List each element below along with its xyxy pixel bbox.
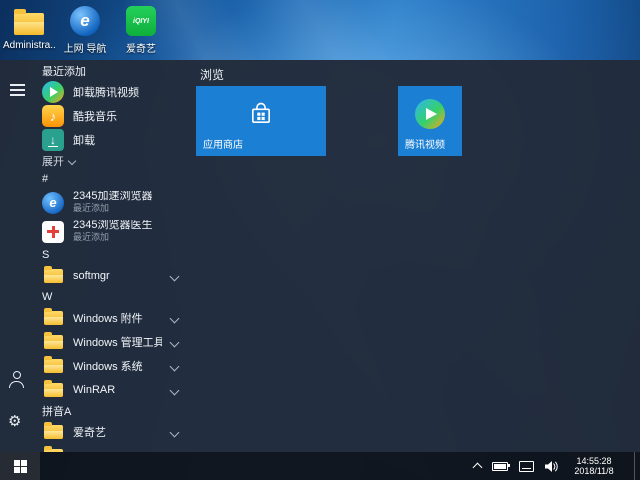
user-account-icon[interactable] [8, 371, 25, 388]
app-list-item-kuwo-music[interactable]: ♪ 酷我音乐 [36, 104, 194, 128]
chevron-down-icon [170, 271, 180, 281]
tile-app-store[interactable]: 应用商店 [196, 86, 326, 156]
clock-date: 2018/11/8 [571, 466, 617, 476]
2345-browser-icon: e [42, 192, 64, 214]
section-letter-w[interactable]: W [36, 288, 194, 306]
tile-label: 应用商店 [203, 136, 243, 151]
store-bag-icon [247, 100, 275, 128]
folder-icon [44, 425, 63, 439]
desktop-icon-label: 上网 导航 [64, 40, 107, 55]
start-menu-left-rail: ⚙ [0, 60, 34, 452]
section-letter-s[interactable]: S [36, 246, 194, 264]
folder-icon [44, 311, 63, 325]
desktop-icon-web-navigation[interactable]: e 上网 导航 [60, 5, 110, 55]
settings-gear-icon[interactable]: ⚙ [8, 414, 21, 430]
recently-added-header: 最近添加 [36, 62, 194, 80]
app-list-item-uninstall[interactable]: ↓ 卸载 [36, 128, 194, 152]
desktop-icon-administrator[interactable]: Administra... [4, 5, 54, 55]
chevron-down-icon [170, 427, 180, 437]
app-list-folder-winrar[interactable]: WinRAR [36, 378, 194, 402]
browser-doctor-icon [42, 221, 64, 243]
app-list-folder-iqiyi[interactable]: 爱奇艺 [36, 420, 194, 444]
section-letter-hash[interactable]: # [36, 170, 194, 188]
recently-added-tag: 最近添加 [73, 203, 152, 214]
browser-globe-icon: e [70, 6, 100, 36]
touch-keyboard-icon[interactable] [519, 461, 534, 472]
app-list-folder-windows-system[interactable]: Windows 系统 [36, 354, 194, 378]
uninstall-icon: ↓ [42, 129, 64, 151]
app-list-folder-windows-admin-tools[interactable]: Windows 管理工具 [36, 330, 194, 354]
administrator-folder-icon [13, 5, 45, 37]
start-button[interactable] [0, 452, 40, 480]
clock-time: 14:55:28 [571, 456, 617, 466]
tencent-video-icon [42, 81, 64, 103]
desktop-icon-iqiyi[interactable]: iQIYI 爱奇艺 [116, 5, 166, 55]
folder-icon [44, 359, 63, 373]
battery-icon[interactable] [492, 462, 508, 471]
chevron-down-icon [68, 157, 76, 165]
chevron-down-icon [170, 337, 180, 347]
start-menu-app-list: 最近添加 卸载腾讯视频 ♪ 酷我音乐 ↓ 卸载 展开 # e 2345加速浏览器… [36, 62, 194, 452]
taskbar: 14:55:28 2018/11/8 [0, 452, 640, 480]
show-desktop-button[interactable] [634, 452, 640, 480]
section-letter-pinyin-a[interactable]: 拼音A [36, 402, 194, 420]
app-list-folder-windows-accessories[interactable]: Windows 附件 [36, 306, 194, 330]
volume-icon[interactable] [545, 461, 558, 472]
system-tray: 14:55:28 2018/11/8 [474, 452, 640, 480]
chevron-down-icon [170, 313, 180, 323]
app-list-folder-softmgr[interactable]: softmgr [36, 264, 194, 288]
kuwo-music-icon: ♪ [42, 105, 64, 127]
chevron-down-icon [170, 385, 180, 395]
tile-label: 腾讯视频 [405, 136, 445, 151]
expand-toggle[interactable]: 展开 [36, 152, 194, 170]
desktop-icon-label: Administra... [3, 40, 55, 51]
tile-tencent-video[interactable]: 腾讯视频 [398, 86, 462, 156]
iqiyi-logo-icon: iQIYI [126, 6, 156, 36]
folder-icon [44, 335, 63, 349]
app-list-item-2345-browser-doctor[interactable]: 2345浏览器医生 最近添加 [36, 217, 194, 246]
app-list-item-uninstall-tencent-video[interactable]: 卸载腾讯视频 [36, 80, 194, 104]
folder-icon [44, 383, 63, 397]
show-hidden-icons-chevron[interactable] [473, 463, 483, 473]
start-menu: ⚙ 最近添加 卸载腾讯视频 ♪ 酷我音乐 ↓ 卸载 展开 # e 2345加速浏… [0, 60, 640, 452]
desktop-icon-label: 爱奇艺 [126, 40, 156, 55]
app-list-item-2345-browser[interactable]: e 2345加速浏览器 最近添加 [36, 188, 194, 217]
taskbar-clock[interactable]: 14:55:28 2018/11/8 [571, 456, 617, 476]
desktop-icon-area: Administra... e 上网 导航 iQIYI 爱奇艺 [4, 5, 166, 55]
windows-logo-icon [14, 460, 27, 473]
recently-added-tag: 最近添加 [73, 232, 152, 243]
tile-group-title-browse[interactable]: 浏览 [200, 66, 224, 83]
folder-icon [44, 269, 63, 283]
chevron-down-icon [170, 361, 180, 371]
hamburger-menu-icon[interactable] [10, 84, 25, 86]
tencent-video-play-icon [415, 99, 445, 129]
app-list-item-partial[interactable] [36, 444, 194, 452]
